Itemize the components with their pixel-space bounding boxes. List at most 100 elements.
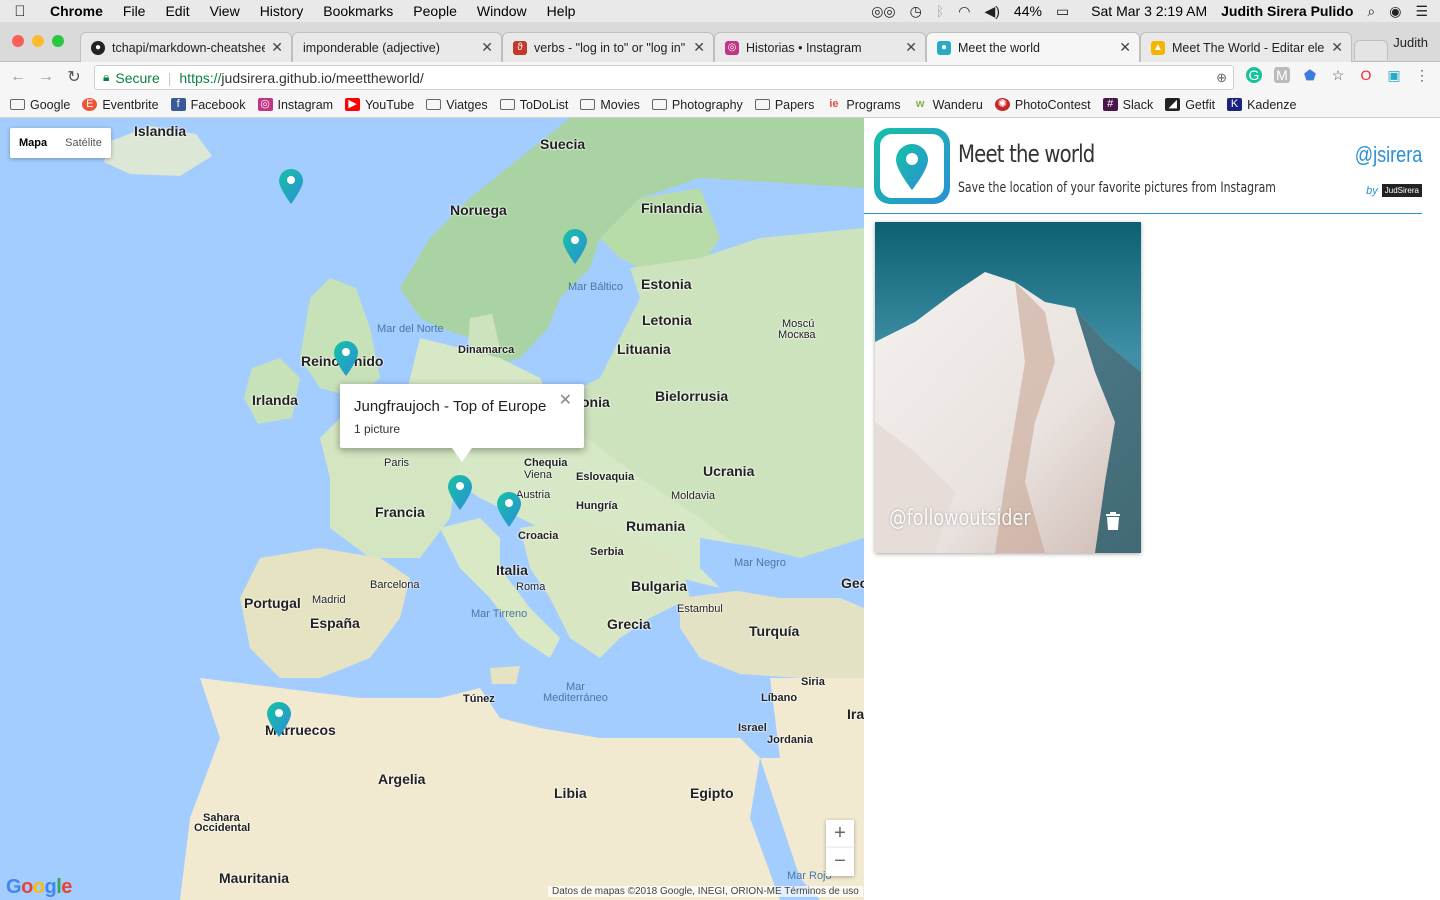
extensions-area: G M ⬟ ☆ O ▣ ⋮ [1246,67,1430,83]
bookmark-movies[interactable]: Movies [580,98,640,112]
chrome-menu-icon[interactable]: ⋮ [1414,67,1430,83]
menu-history[interactable]: History [250,3,314,19]
profile-button[interactable]: Judith [1393,35,1428,50]
bookmark-getfit[interactable]: ◢ Getfit [1165,98,1215,112]
tab-markdown-cheatsheet[interactable]: ● tchapi/markdown-cheatsheet ✕ [80,32,292,62]
google-logo[interactable]: Google [6,876,72,899]
author-handle-link[interactable]: @jsirera [1355,142,1422,168]
close-info-window-icon[interactable]: ✕ [559,390,572,410]
map-marker-pin[interactable] [333,340,359,376]
map-type-map-button[interactable]: Mapa [10,128,56,158]
wifi-icon[interactable]: ◠ [958,3,970,20]
zoom-window-button[interactable] [52,35,64,47]
menu-window[interactable]: Window [467,3,537,19]
author-credit[interactable]: by JudSirera [1366,184,1422,197]
map-marker-pin[interactable] [266,701,292,737]
bookmark-eventbrite[interactable]: E Eventbrite [82,98,159,112]
menu-file[interactable]: File [113,3,156,19]
map-marker-pin[interactable] [496,491,522,527]
label-finlandia: Finlandia [641,200,703,216]
tab-imponderable[interactable]: imponderable (adjective) ✕ [292,32,502,62]
bookmark-wanderu[interactable]: w Wanderu [913,98,983,112]
close-tab-icon[interactable]: ✕ [1119,39,1131,56]
user-name[interactable]: Judith Sirera Pulido [1221,3,1353,19]
photo-card[interactable]: @followoutsider [875,222,1141,553]
mercury-icon[interactable]: M [1274,67,1290,83]
map-pin-extension-icon[interactable]: ▣ [1386,67,1402,83]
menu-people[interactable]: People [403,3,467,19]
close-tab-icon[interactable]: ✕ [271,39,283,56]
tab-verbs-log-in[interactable]: ϑ verbs - "log in to" or "log in" ✕ [502,32,714,62]
close-tab-icon[interactable]: ✕ [905,39,917,56]
grammarly-icon[interactable]: G [1246,67,1262,83]
forward-arrow-icon[interactable]: → [32,68,60,86]
map-marker-pin[interactable] [562,228,588,264]
info-window: Jungfraujoch - Top of Europe 1 picture ✕ [340,384,584,462]
tab-meet-the-world[interactable]: ● Meet the world ✕ [926,32,1140,62]
menu-bookmarks[interactable]: Bookmarks [313,3,403,19]
time-machine-icon[interactable]: ◷ [910,3,922,20]
notification-center-icon[interactable]: ☰ [1415,3,1428,20]
label-mar-mediterraneo-2: Mediterráneo [543,692,608,704]
spotlight-search-icon[interactable]: ⌕ [1367,3,1375,20]
bookmark-photocontest[interactable]: ✺ PhotoContest [994,98,1091,112]
map-area[interactable]: Mapa Satélite Islandia Suecia Noruega Fi… [0,118,864,900]
menu-view[interactable]: View [200,3,250,19]
bluetooth-icon[interactable]: ᛒ [936,3,944,19]
tab-title: Historias • Instagram [746,40,862,55]
map-marker-pin[interactable] [278,168,304,204]
back-arrow-icon[interactable]: ← [4,68,32,86]
label-ucrania: Ucrania [703,463,755,479]
opera-icon[interactable]: O [1358,67,1374,83]
label-madrid: Madrid [312,594,346,606]
trash-icon[interactable] [1105,512,1121,530]
reload-icon[interactable]: ↻ [60,67,88,87]
map-marker-pin-jungfraujoch[interactable] [447,474,473,510]
glasses-icon[interactable]: ◎◎ [871,3,895,20]
tab-instagram[interactable]: ◎ Historias • Instagram ✕ [714,32,926,62]
bookmark-programs[interactable]: ie Programs [826,98,900,112]
bookmark-youtube[interactable]: ▶ YouTube [345,98,414,112]
label-dinamarca: Dinamarca [458,344,515,356]
datetime[interactable]: Sat Mar 3 2:19 AM [1091,3,1207,19]
tab-meet-the-world-editar[interactable]: ▲ Meet The World - Editar elemento ✕ [1140,32,1352,62]
bookmark-facebook[interactable]: f Facebook [170,98,246,112]
bookmark-todolist[interactable]: ToDoList [499,98,568,112]
label-mar-baltico: Mar Báltico [568,281,624,293]
menu-app-chrome[interactable]: Chrome [40,3,113,19]
minimize-window-button[interactable] [32,35,44,47]
close-tab-icon[interactable]: ✕ [1331,39,1343,56]
zoom-in-button[interactable]: + [826,820,854,848]
bookmark-instagram[interactable]: ◎ Instagram [257,98,333,112]
shield-extension-icon[interactable]: ⬟ [1302,67,1318,83]
bookmark-kadenze[interactable]: K Kadenze [1227,98,1296,112]
close-tab-icon[interactable]: ✕ [693,39,705,56]
label-tunez: Túnez [463,693,495,705]
menu-edit[interactable]: Edit [155,3,199,19]
bookmark-label: Photography [671,97,743,112]
folder-icon [580,99,596,110]
bookmark-slack[interactable]: # Slack [1102,98,1153,112]
zoom-out-button[interactable]: − [826,848,854,876]
secure-label: Secure [115,69,160,86]
apple-icon[interactable]:  [0,3,40,20]
siri-icon[interactable]: ◉ [1389,3,1401,20]
location-icon[interactable]: ⊕ [1216,70,1227,86]
new-tab-button[interactable] [1354,40,1388,60]
info-window-count: 1 picture [354,422,401,436]
bookmark-papers[interactable]: Papers [754,98,814,112]
map-type-satellite-button[interactable]: Satélite [56,128,111,158]
volume-icon[interactable]: ◀) [984,3,999,20]
label-espana: España [310,615,360,631]
battery-icon[interactable]: ▭ [1056,3,1069,20]
close-window-button[interactable] [12,35,24,47]
label-irlanda: Irlanda [252,392,298,408]
close-tab-icon[interactable]: ✕ [481,39,493,56]
map-attribution[interactable]: Datos de mapas ©2018 Google, INEGI, ORIO… [548,886,863,897]
bookmark-viatges[interactable]: Viatges [426,98,488,112]
address-bar[interactable]: 🔒︎ Secure | https:// judsirera.github.io… [94,65,1234,90]
bookmark-photography[interactable]: Photography [651,97,743,112]
bookmark-star-icon[interactable]: ☆ [1330,67,1346,83]
bookmark-google[interactable]: Google [10,98,70,112]
menu-help[interactable]: Help [537,3,586,19]
